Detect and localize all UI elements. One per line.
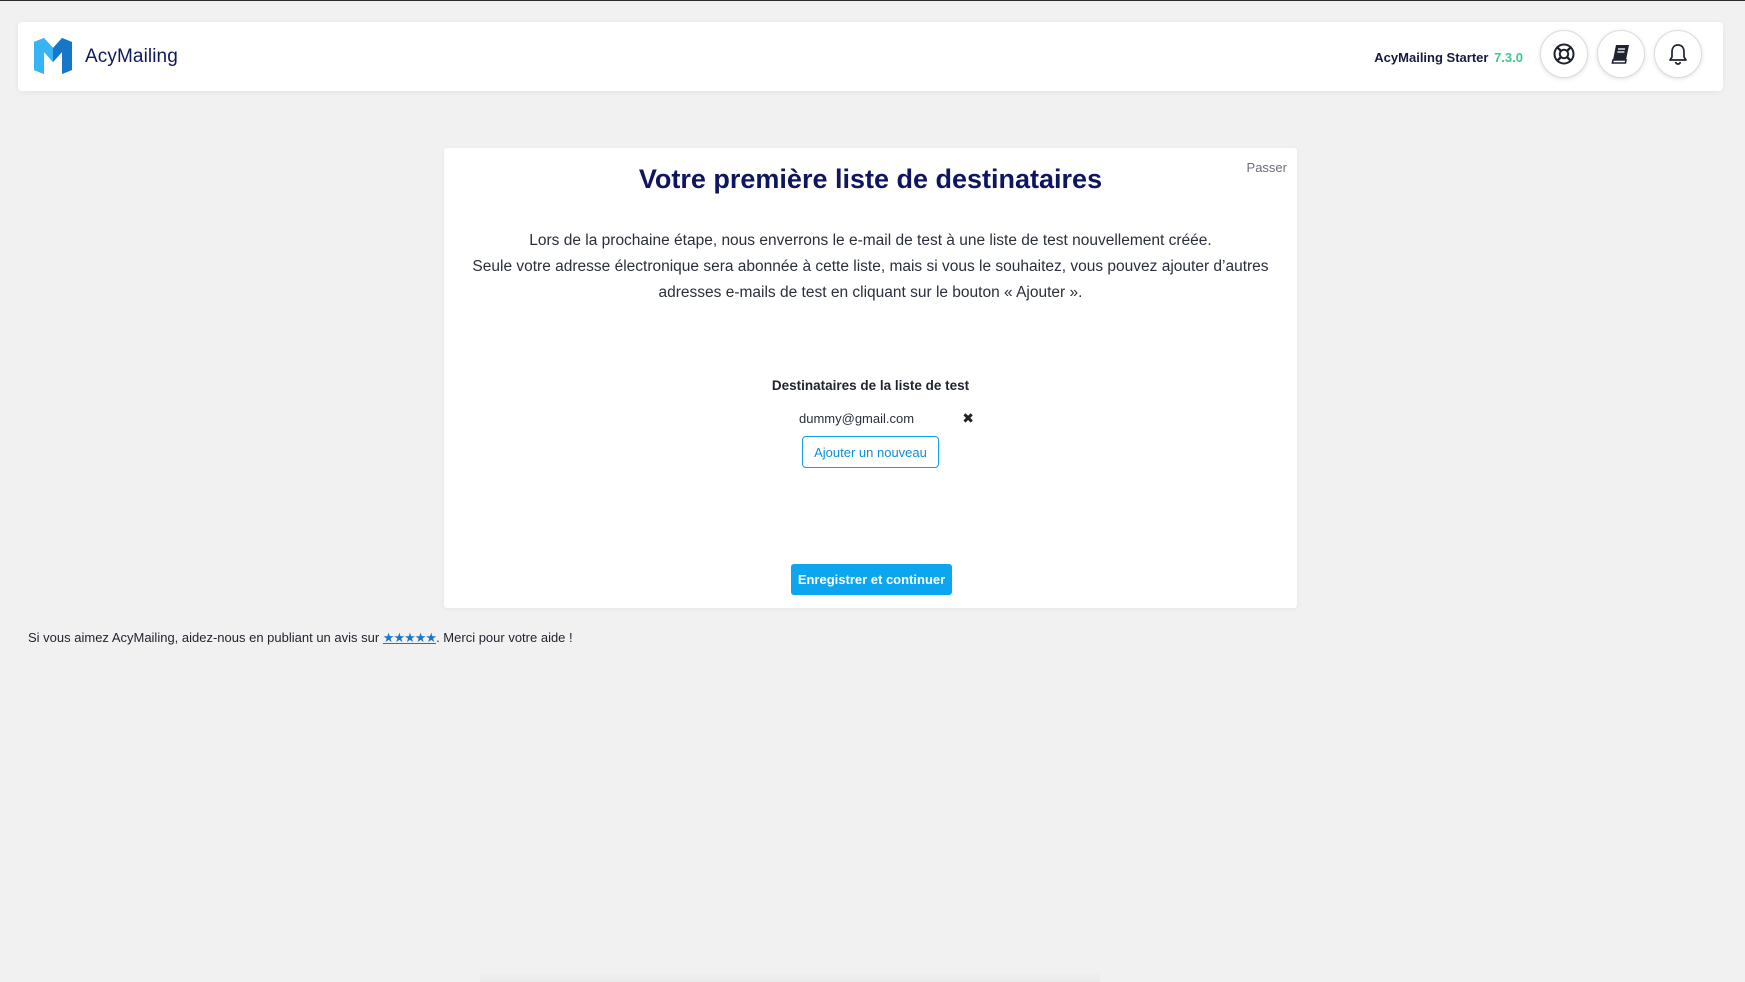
notifications-button[interactable] (1654, 30, 1702, 78)
acymailing-logo-icon (34, 38, 72, 74)
card-title: Votre première liste de destinataires (638, 164, 1103, 194)
description-line-1: Lors de la prochaine étape, nous enverro… (529, 232, 1212, 249)
card-description: Lors de la prochaine étape, nous enverro… (464, 228, 1277, 306)
edition-label: AcyMailing Starter (1374, 50, 1489, 65)
documentation-button[interactable] (1597, 30, 1645, 78)
review-footer: Si vous aimez AcyMailing, aidez-nous en … (28, 630, 573, 646)
remove-recipient-icon[interactable]: ✖ (962, 410, 974, 426)
recipients-title: Destinataires de la liste de test (771, 378, 970, 393)
support-icon (1553, 43, 1575, 65)
footer-text-before: Si vous aimez AcyMailing, aidez-nous en … (28, 630, 383, 645)
app-header: AcyMailing AcyMailing Starter 7.3.0 (18, 22, 1723, 91)
review-stars-link[interactable]: ★★★★★ (383, 630, 437, 645)
footer-text-after: . Merci pour votre aide ! (436, 630, 573, 645)
version-info: AcyMailing Starter 7.3.0 (1374, 50, 1523, 65)
support-button[interactable] (1540, 30, 1588, 78)
recipient-row: dummy@gmail.com ✖ (799, 410, 974, 428)
description-line-2: Seule votre adresse électronique sera ab… (472, 258, 1269, 301)
bottom-shadow (480, 972, 1100, 982)
recipient-email: dummy@gmail.com (799, 411, 915, 426)
bell-icon (1669, 44, 1687, 65)
save-and-continue-button[interactable]: Enregistrer et continuer (791, 564, 952, 595)
window-top-border (0, 0, 1745, 1)
add-new-recipient-button[interactable]: Ajouter un nouveau (802, 436, 939, 468)
documentation-icon (1611, 45, 1629, 64)
version-number: 7.3.0 (1494, 50, 1523, 65)
test-list-card: Passer Votre première liste de destinata… (444, 148, 1297, 608)
app-name: AcyMailing (85, 46, 178, 67)
